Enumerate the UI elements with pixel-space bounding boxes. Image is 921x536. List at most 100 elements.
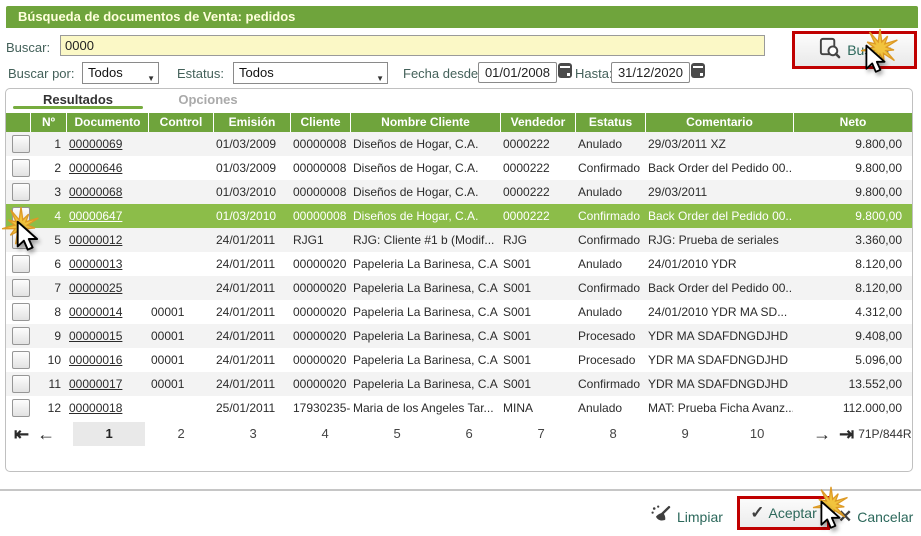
page-number-5[interactable]: 5 <box>361 422 433 446</box>
column-header-documento[interactable]: Documento <box>66 113 148 132</box>
documento-link[interactable]: 00000016 <box>69 353 122 367</box>
row-checkbox[interactable] <box>12 183 30 201</box>
documento-link[interactable]: 00000646 <box>69 161 122 175</box>
page-number-list: 1 2 3 4 5 6 7 8 9 10 <box>73 422 793 446</box>
documento-link[interactable]: 00000017 <box>69 377 122 391</box>
table-row[interactable]: 12 00000018 25/01/2011 17930235-1Maria de l… <box>6 396 912 420</box>
documento-link[interactable]: 00000014 <box>69 305 122 319</box>
table-row[interactable]: 3 00000068 01/03/2010 00000008 Diseños de Ho… <box>6 180 912 204</box>
column-header-nombre-cliente[interactable]: Nombre Cliente <box>350 113 500 132</box>
buscar-por-select[interactable]: Todos ▼ <box>82 62 159 84</box>
page-number-7[interactable]: 7 <box>505 422 577 446</box>
column-header-control[interactable]: Control <box>148 113 213 132</box>
row-checkbox[interactable] <box>12 303 30 321</box>
cliente-value: 00000008 <box>293 185 347 199</box>
prev-page-button[interactable]: ← <box>33 422 59 446</box>
table-row[interactable]: 8 00000014 00001 24/01/2011 00000020 Papeleri… <box>6 300 912 324</box>
page-number-6[interactable]: 6 <box>433 422 505 446</box>
cliente-value: 00000020 <box>293 329 347 343</box>
tab-opciones[interactable]: Opciones <box>143 92 273 107</box>
cancelar-button[interactable]: ✕ Cancelar <box>838 504 913 530</box>
row-number: 10 <box>47 353 61 367</box>
table-row[interactable]: 5 00000012 24/01/2011 RJG1 RJG: Cliente #1 b… <box>6 228 912 252</box>
row-checkbox[interactable] <box>12 255 30 273</box>
table-row[interactable]: 2 00000646 01/03/2009 00000008 Diseños de Ho… <box>6 156 912 180</box>
limpiar-button[interactable]: Limpiar <box>650 504 723 530</box>
calendar-icon[interactable] <box>558 63 572 78</box>
column-header-estatus[interactable]: Estatus <box>575 113 645 132</box>
neto-value: 8.120,00 <box>855 281 902 295</box>
comentario-value: 24/01/2010 YDR MA SD... <box>648 305 788 319</box>
table-row[interactable]: 6 00000013 24/01/2011 00000020 Papeleria La … <box>6 252 912 276</box>
table-row[interactable]: 10 00000016 00001 24/01/2011 00000020 Papeler… <box>6 348 912 372</box>
row-checkbox[interactable] <box>12 351 30 369</box>
estatus-value: Confirmado <box>578 209 641 223</box>
estatus-select[interactable]: Todos ▼ <box>233 62 388 84</box>
column-header-comentario[interactable]: Comentario <box>645 113 793 132</box>
nombre-cliente-value: Maria de los Angeles Tar... <box>353 401 494 415</box>
column-header-emisi-n[interactable]: Emisión <box>213 113 290 132</box>
table-row[interactable]: 11 00000017 00001 24/01/2011 00000020 Papeler… <box>6 372 912 396</box>
row-checkbox[interactable] <box>12 279 30 297</box>
page-number-9[interactable]: 9 <box>649 422 721 446</box>
documento-link[interactable]: 00000069 <box>69 137 122 151</box>
page-number-2[interactable]: 2 <box>145 422 217 446</box>
column-header-cliente[interactable]: Cliente <box>290 113 350 132</box>
documento-link[interactable]: 00000012 <box>69 233 122 247</box>
first-page-button[interactable]: ⇤ <box>10 422 33 446</box>
search-input[interactable] <box>60 35 765 56</box>
comentario-value: Back Order del Pedido 00... <box>648 281 793 295</box>
document-search-icon <box>818 36 841 64</box>
estatus-value: Anulado <box>578 257 623 271</box>
row-checkbox[interactable] <box>12 399 30 417</box>
table-row[interactable]: 1 00000069 01/03/2009 00000008 Diseños de Ho… <box>6 132 912 156</box>
vendedor-value: S001 <box>503 257 532 271</box>
documento-link[interactable]: 00000025 <box>69 281 122 295</box>
column-header-select[interactable] <box>6 113 30 132</box>
buscar-button[interactable]: Buscar <box>792 31 917 69</box>
table-row[interactable]: 7 00000025 24/01/2011 00000020 Papeleria La … <box>6 276 912 300</box>
cliente-value: 00000008 <box>293 161 347 175</box>
cliente-value: 00000008 <box>293 137 347 151</box>
documento-link[interactable]: 00000068 <box>69 185 122 199</box>
documento-link[interactable]: 00000013 <box>69 257 122 271</box>
page-number-3[interactable]: 3 <box>217 422 289 446</box>
tab-resultados[interactable]: Resultados <box>13 92 143 107</box>
page-number-10[interactable]: 10 <box>721 422 793 446</box>
table-row[interactable]: 4 00000647 01/03/2010 00000008 Diseños de Ho… <box>6 204 912 228</box>
row-checkbox[interactable] <box>12 135 30 153</box>
row-checkbox[interactable] <box>12 327 30 345</box>
page-number-4[interactable]: 4 <box>289 422 361 446</box>
next-page-button[interactable]: → <box>809 422 835 446</box>
column-header-n-[interactable]: Nº <box>30 113 66 132</box>
vendedor-value: S001 <box>503 377 532 391</box>
emision-value: 24/01/2011 <box>216 233 276 247</box>
vendedor-value: RJG <box>503 233 527 247</box>
calendar-icon[interactable] <box>691 63 705 78</box>
chevron-down-icon: ▼ <box>147 74 155 83</box>
hasta-input[interactable]: 31/12/2020 <box>611 62 690 83</box>
page-number-8[interactable]: 8 <box>577 422 649 446</box>
table-header-row: Nº Documento Control Emisión Cliente Nombre C… <box>6 113 912 132</box>
row-checkbox[interactable] <box>12 231 30 249</box>
nombre-cliente-value: Papeleria La Barinesa, C.A <box>353 377 498 391</box>
row-checkbox[interactable] <box>12 159 30 177</box>
last-page-button[interactable]: ⇥ <box>835 422 858 446</box>
fecha-desde-input[interactable]: 01/01/2008 <box>478 62 557 83</box>
comentario-value: Back Order del Pedido 00... <box>648 209 793 223</box>
documento-link[interactable]: 00000018 <box>69 401 122 415</box>
row-checkbox[interactable] <box>12 207 30 225</box>
aceptar-button[interactable]: ✓ Aceptar <box>737 496 830 530</box>
page-number-1[interactable]: 1 <box>73 422 146 446</box>
hasta-label: Hasta: <box>575 66 613 81</box>
documento-link[interactable]: 00000015 <box>69 329 122 343</box>
estatus-label: Estatus: <box>177 66 224 81</box>
control-value: 00001 <box>151 329 185 343</box>
column-header-neto[interactable]: Neto <box>793 113 912 132</box>
nombre-cliente-value: Papeleria La Barinesa, C.A <box>353 257 498 271</box>
row-checkbox[interactable] <box>12 375 30 393</box>
table-row[interactable]: 9 00000015 00001 24/01/2011 00000020 Papeleri… <box>6 324 912 348</box>
emision-value: 01/03/2009 <box>216 161 277 175</box>
documento-link[interactable]: 00000647 <box>69 209 122 223</box>
column-header-vendedor[interactable]: Vendedor <box>500 113 575 132</box>
